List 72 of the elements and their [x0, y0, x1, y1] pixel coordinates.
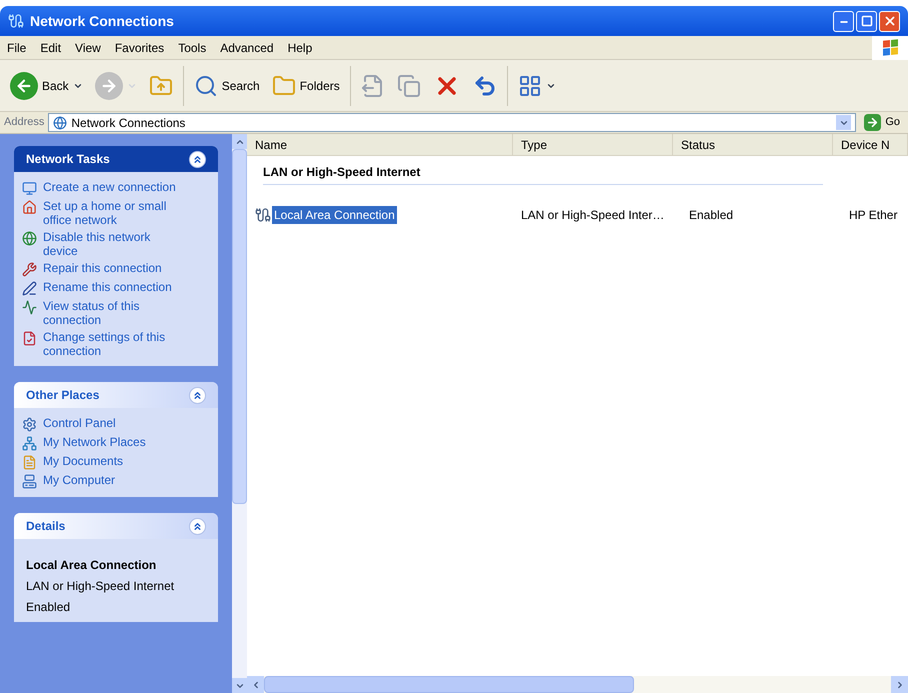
- maximize-icon: [860, 15, 872, 27]
- column-header[interactable]: Name: [247, 134, 513, 155]
- scrollbar[interactable]: [247, 676, 908, 693]
- column-header[interactable]: Device N: [833, 134, 908, 155]
- back-button[interactable]: Back: [4, 66, 89, 106]
- task-link[interactable]: Create a new connection: [43, 180, 181, 194]
- double-chevron-up-icon: [192, 154, 203, 164]
- activity-icon: [22, 300, 37, 315]
- monitor-icon: [22, 181, 37, 196]
- grid-icon: [518, 74, 542, 98]
- panel-title: Other Places: [26, 387, 100, 404]
- connection-name[interactable]: Local Area Connection: [272, 206, 397, 224]
- house-icon: [22, 200, 37, 215]
- dropdown-button[interactable]: [836, 115, 852, 130]
- menu-item[interactable]: Advanced: [213, 38, 281, 56]
- computer-icon: [22, 474, 37, 489]
- address-label: Address: [4, 115, 44, 130]
- menu-item[interactable]: View: [68, 38, 108, 56]
- scrollbar[interactable]: [232, 134, 247, 693]
- menu-item[interactable]: Favorites: [108, 38, 172, 56]
- checked-document-icon: [22, 331, 37, 346]
- menu-item[interactable]: File: [0, 38, 34, 56]
- copy-icon: [396, 74, 421, 98]
- status-cell-text: Enabled: [688, 207, 734, 224]
- folder-icon: [272, 74, 296, 98]
- maximize-button[interactable]: [856, 10, 877, 32]
- double-chevron-up-icon: [192, 390, 203, 400]
- task-link[interactable]: View status of this connection: [43, 299, 181, 327]
- close-button[interactable]: [879, 10, 900, 32]
- double-chevron-up-icon: [192, 520, 203, 532]
- task-link[interactable]: Set up a home or small office network: [43, 199, 181, 227]
- menu-item[interactable]: Tools: [171, 38, 214, 56]
- task-link[interactable]: Repair this connection: [43, 261, 181, 275]
- device-cell-text: HP Ether: [848, 207, 898, 224]
- group-heading: LAN or High-Speed Internet: [263, 160, 823, 185]
- minimize-button[interactable]: [833, 10, 854, 32]
- collapse-button[interactable]: [189, 518, 206, 534]
- search-icon: [194, 74, 218, 98]
- right-arrow-icon: [866, 116, 880, 129]
- collapse-button[interactable]: [189, 150, 206, 168]
- folders-button[interactable]: Folders: [266, 66, 346, 106]
- window-title: Network Connections: [30, 12, 174, 30]
- task-link[interactable]: My Computer: [43, 473, 181, 487]
- task-link[interactable]: Change settings of this connection: [43, 330, 181, 358]
- document-icon: [22, 455, 37, 470]
- undo-icon: [472, 74, 497, 98]
- go-button[interactable]: Go: [860, 114, 904, 131]
- details-text: Enabled: [26, 599, 72, 616]
- close-icon: [882, 14, 896, 28]
- task-link[interactable]: Rename this connection: [43, 280, 181, 294]
- task-link[interactable]: My Network Places: [43, 435, 181, 449]
- panel-title: Network Tasks: [26, 151, 110, 168]
- move-file-icon: [360, 74, 385, 98]
- address-field[interactable]: Network Connections: [48, 113, 856, 132]
- wrench-icon: [22, 262, 37, 277]
- collapse-button[interactable]: [189, 386, 206, 404]
- column-header[interactable]: Type: [513, 134, 673, 155]
- pen-icon: [22, 281, 37, 296]
- menu-item[interactable]: Edit: [33, 38, 68, 56]
- windows-logo-icon: [872, 36, 908, 60]
- task-link[interactable]: Disable this network device: [43, 230, 181, 258]
- task-link[interactable]: My Documents: [43, 454, 181, 468]
- folder-up-icon: [148, 74, 173, 98]
- details-name: Local Area Connection: [26, 557, 158, 574]
- details-text: LAN or High-Speed Internet: [26, 578, 176, 595]
- search-button[interactable]: Search: [188, 66, 266, 106]
- menu-item[interactable]: Help: [280, 38, 320, 56]
- task-link[interactable]: Control Panel: [43, 416, 181, 430]
- panel-title: Details: [26, 518, 66, 535]
- type-cell-text: LAN or High-Speed Inter…: [521, 207, 666, 224]
- column-header[interactable]: Status: [673, 134, 833, 155]
- globe-icon: [22, 231, 37, 246]
